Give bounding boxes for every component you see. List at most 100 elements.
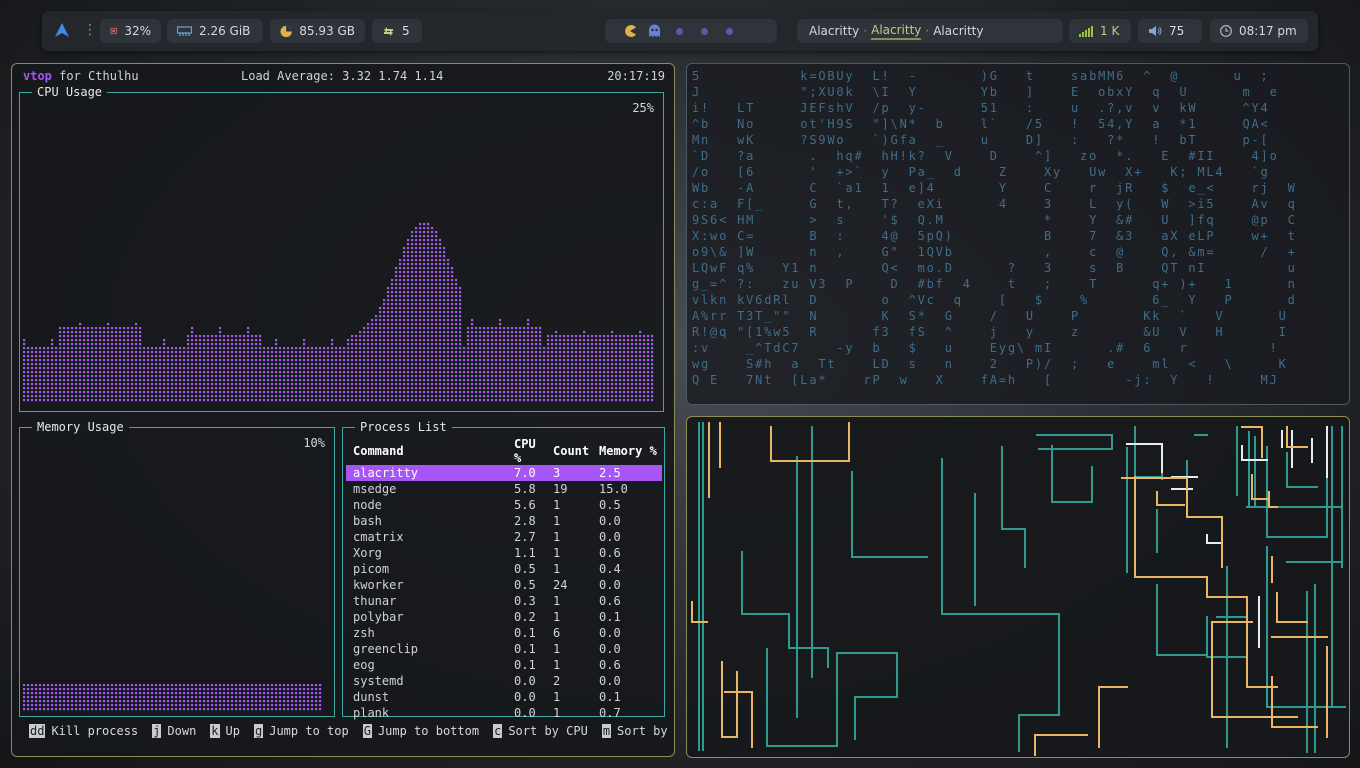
cpu-graph-dot [179, 371, 182, 374]
cpu-module[interactable]: 32% [100, 19, 161, 43]
cpu-graph-dot [67, 355, 70, 358]
process-row[interactable]: kworker 0.5 24 0.0 [346, 577, 662, 593]
cpu-graph-dot [423, 367, 426, 370]
cpu-graph-dot [427, 235, 430, 238]
col-cpu[interactable]: CPU % [507, 437, 546, 465]
cpu-graph-dot [203, 343, 206, 346]
memory-graph-dot [231, 696, 234, 699]
volume-module[interactable]: 75 [1138, 19, 1202, 43]
memory-graph-dot [23, 700, 26, 703]
ram-module[interactable]: 2.26 GiB [167, 19, 263, 43]
process-row[interactable]: node 5.6 1 0.5 [346, 497, 662, 513]
cpu-graph-dot [235, 379, 238, 382]
cpu-graph-dot [475, 387, 478, 390]
cpu-graph-dot [203, 395, 206, 398]
cpu-graph-dot [75, 327, 78, 330]
cpu-graph-dot [419, 387, 422, 390]
cpu-graph-dot [447, 279, 450, 282]
window-tab-2[interactable]: Alacritty [871, 23, 922, 40]
memory-graph-dot [295, 684, 298, 687]
cpu-graph-dot [623, 391, 626, 394]
process-row[interactable]: thunar 0.3 1 0.6 [346, 593, 662, 609]
pipes-terminal[interactable] [686, 416, 1350, 758]
col-memory[interactable]: Memory % [592, 437, 662, 465]
cpu-graph-dot [219, 347, 222, 350]
cpu-graph-dot [563, 379, 566, 382]
signal-module[interactable]: 1 K [1069, 19, 1131, 43]
cpu-graph-dot [539, 375, 542, 378]
process-row[interactable]: plank 0.0 1 0.7 [346, 705, 662, 721]
cpu-graph-dot [415, 351, 418, 354]
cpu-graph-dot [555, 347, 558, 350]
cpu-graph-dot [243, 375, 246, 378]
memory-graph-dot [167, 700, 170, 703]
cpu-graph-dot [307, 363, 310, 366]
cpu-graph-dot [599, 367, 602, 370]
process-row[interactable]: polybar 0.2 1 0.1 [346, 609, 662, 625]
process-command: polybar [353, 610, 404, 624]
workspace-dot-3[interactable] [676, 28, 683, 35]
memory-graph-dot [143, 684, 146, 687]
cpu-graph-dot [271, 367, 274, 370]
process-row[interactable]: eog 0.1 1 0.6 [346, 657, 662, 673]
window-tab-1[interactable]: Alacritty [809, 24, 859, 38]
cpu-graph-dot [307, 383, 310, 386]
cpu-graph-dot [47, 359, 50, 362]
cpu-graph-dot [271, 391, 274, 394]
arch-logo-icon[interactable] [54, 22, 70, 38]
cpu-graph-dot [435, 259, 438, 262]
cpu-graph-dot [231, 387, 234, 390]
col-count[interactable]: Count [546, 437, 592, 465]
cpu-graph-dot [67, 391, 70, 394]
process-row[interactable]: zsh 0.1 6 0.0 [346, 625, 662, 641]
updates-module[interactable]: 5 [372, 19, 422, 43]
workspace-switcher[interactable] [605, 19, 777, 43]
cpu-graph-dot [411, 383, 414, 386]
cpu-graph-dot [395, 283, 398, 286]
memory-graph-dot [311, 700, 314, 703]
cpu-graph-dot [75, 367, 78, 370]
cpu-graph-dot [127, 359, 130, 362]
memory-graph-dot [143, 704, 146, 707]
cpu-graph-dot [443, 263, 446, 266]
process-row[interactable]: Xorg 1.1 1 0.6 [346, 545, 662, 561]
process-row[interactable]: bash 2.8 1 0.0 [346, 513, 662, 529]
cpu-graph-dot [403, 343, 406, 346]
process-row[interactable]: alacritty 7.0 3 2.5 [346, 465, 662, 481]
pacman-icon[interactable] [623, 24, 637, 38]
window-tab-3[interactable]: Alacritty [933, 24, 983, 38]
cpu-usage-graph [23, 223, 654, 402]
cpu-graph-dot [111, 395, 114, 398]
process-row[interactable]: systemd 0.0 2 0.0 [346, 673, 662, 689]
disk-module[interactable]: 85.93 GB [270, 19, 365, 43]
process-row[interactable]: dunst 0.0 1 0.1 [346, 689, 662, 705]
cpu-graph-dot [163, 383, 166, 386]
memory-graph-dot [67, 704, 70, 707]
workspace-dot-5[interactable] [726, 28, 733, 35]
cpu-graph-dot [527, 367, 530, 370]
cmatrix-terminal[interactable]: 5 k=OBUy L! - )G t sabMM6 ^ @ u ; J ";XU0… [686, 63, 1350, 405]
memory-graph-dot [143, 700, 146, 703]
col-command[interactable]: Command [346, 437, 507, 465]
cpu-graph-dot [571, 395, 574, 398]
vtop-terminal[interactable]: vtop for Cthulhu Load Average: 3.32 1.74… [11, 63, 675, 757]
cpu-graph-dot [419, 307, 422, 310]
memory-graph-dot [311, 704, 314, 707]
ghost-icon[interactable] [648, 24, 661, 38]
cpu-graph-dot [459, 391, 462, 394]
workspace-dot-4[interactable] [701, 28, 708, 35]
menu-dots-icon[interactable]: ⋮ [83, 22, 97, 38]
cpu-graph-dot [571, 351, 574, 354]
process-row[interactable]: cmatrix 2.7 1 0.0 [346, 529, 662, 545]
cpu-graph-dot [499, 331, 502, 334]
process-row[interactable]: picom 0.5 1 0.4 [346, 561, 662, 577]
memory-graph-dot [239, 704, 242, 707]
cpu-graph-dot [195, 387, 198, 390]
cpu-graph-dot [575, 363, 578, 366]
cpu-graph-dot [235, 335, 238, 338]
process-row[interactable]: greenclip 0.1 1 0.0 [346, 641, 662, 657]
process-row[interactable]: msedge 5.8 19 15.0 [346, 481, 662, 497]
memory-graph-dot [95, 684, 98, 687]
clock-module[interactable]: 08:17 pm [1210, 19, 1308, 43]
memory-graph-dot [71, 688, 74, 691]
